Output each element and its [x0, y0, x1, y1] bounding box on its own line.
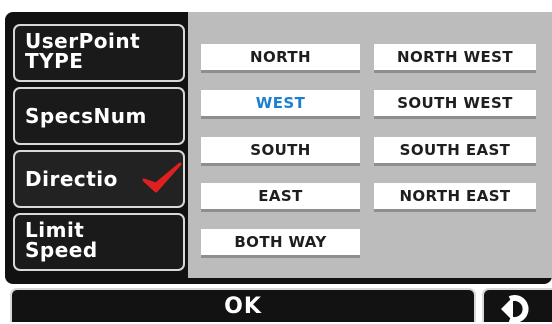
check-icon [142, 162, 182, 193]
sidebar-item-label: TYPE [25, 49, 84, 73]
direction-options-panel: NORTH NORTH WEST WEST SOUTH WEST SOUTH S… [188, 12, 552, 278]
sidebar-item-label: Limit [25, 218, 85, 242]
option-east[interactable]: EAST [201, 183, 360, 209]
sidebar-item-label: UserPoint [25, 29, 141, 53]
sidebar-item-label: Speed [25, 238, 98, 262]
option-south-west[interactable]: SOUTH WEST [374, 90, 536, 116]
option-north-west[interactable]: NORTH WEST [374, 44, 536, 70]
sidebar-item-limit-speed[interactable]: Limit Speed [13, 213, 185, 271]
sidebar-item-userpoint-type[interactable]: UserPoint TYPE [13, 24, 185, 82]
option-south[interactable]: SOUTH [201, 137, 360, 163]
sidebar-item-specsnum[interactable]: SpecsNum [13, 87, 185, 145]
sidebar-item-label: SpecsNum [25, 104, 147, 128]
option-south-east[interactable]: SOUTH EAST [374, 137, 536, 163]
ok-button[interactable]: OK [10, 288, 476, 322]
option-north[interactable]: NORTH [201, 44, 360, 70]
sidebar: UserPoint TYPE SpecsNum Directio Limit S… [5, 12, 191, 284]
option-both-way[interactable]: BOTH WAY [201, 229, 360, 255]
back-arrow-icon [501, 295, 529, 323]
option-north-east[interactable]: NORTH EAST [374, 183, 536, 209]
sidebar-item-direction[interactable]: Directio [13, 150, 185, 208]
back-button[interactable] [482, 288, 552, 323]
direction-settings-screen: UserPoint TYPE SpecsNum Directio Limit S… [0, 0, 552, 323]
option-west[interactable]: WEST [201, 90, 360, 116]
